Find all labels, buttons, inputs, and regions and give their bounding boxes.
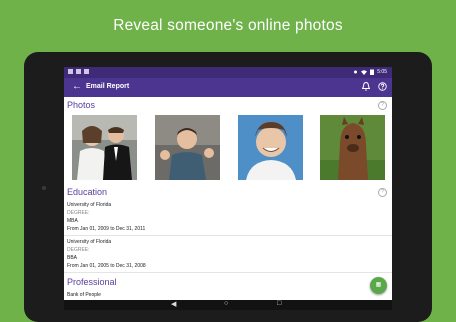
back-arrow-icon[interactable]: ←: [72, 81, 82, 92]
education-entry: University of Florida DEGREE: BBA From J…: [67, 238, 146, 270]
help-icon[interactable]: ?: [378, 188, 387, 197]
section-title-photos: Photos: [67, 100, 96, 110]
education-degree: BBA: [67, 255, 78, 261]
nav-back-icon[interactable]: ◀: [171, 300, 176, 308]
tablet-screen: 5:05 ← Email Report Photos ? Education ?…: [64, 67, 392, 310]
help-icon[interactable]: [378, 82, 387, 91]
notification-icon: [68, 69, 73, 74]
education-school: University of Florida: [67, 239, 112, 245]
status-bar: 5:05: [64, 67, 392, 78]
education-degree: MBA: [67, 218, 78, 224]
wifi-icon: [361, 69, 368, 75]
notification-icon: [84, 69, 89, 74]
section-title-professional: Professional: [67, 277, 117, 287]
page-title: Email Report: [86, 83, 130, 90]
help-icon[interactable]: ?: [378, 101, 387, 110]
notification-icon: [76, 69, 81, 74]
photo-thumbnail[interactable]: [72, 115, 137, 180]
professional-employer: Bank of People: [67, 292, 101, 298]
fab-icon: ▦: [375, 282, 382, 288]
section-title-education: Education: [67, 187, 108, 197]
app-bar: ← Email Report: [64, 78, 392, 97]
location-icon: [354, 70, 358, 73]
professional-entry: Bank of People: [67, 291, 101, 299]
divider: [64, 272, 392, 273]
photo-thumbnail[interactable]: [238, 115, 303, 180]
nav-bar: ◀ ○ □: [64, 300, 392, 310]
photo-thumbnail[interactable]: [320, 115, 385, 180]
education-dates: From Jan 01, 2005 to Dec 31, 2008: [67, 263, 146, 269]
fab-button[interactable]: ▦: [370, 277, 387, 294]
alert-icon[interactable]: [362, 82, 370, 91]
education-school: University of Florida: [67, 202, 112, 208]
nav-recents-icon[interactable]: □: [277, 300, 281, 307]
battery-icon: [370, 69, 375, 75]
education-degree-label: DEGREE:: [67, 247, 90, 253]
nav-home-icon[interactable]: ○: [224, 300, 228, 307]
camera-dot: [42, 186, 46, 190]
education-entry: University of Florida DEGREE: MBA From J…: [67, 201, 145, 233]
divider: [64, 235, 392, 236]
headline: Reveal someone's online photos: [113, 17, 343, 34]
education-degree-label: DEGREE:: [67, 210, 90, 216]
photo-thumbnail[interactable]: [155, 115, 220, 180]
status-time: 5:05: [377, 69, 387, 75]
education-dates: From Jan 01, 2009 to Dec 31, 2011: [67, 226, 146, 232]
